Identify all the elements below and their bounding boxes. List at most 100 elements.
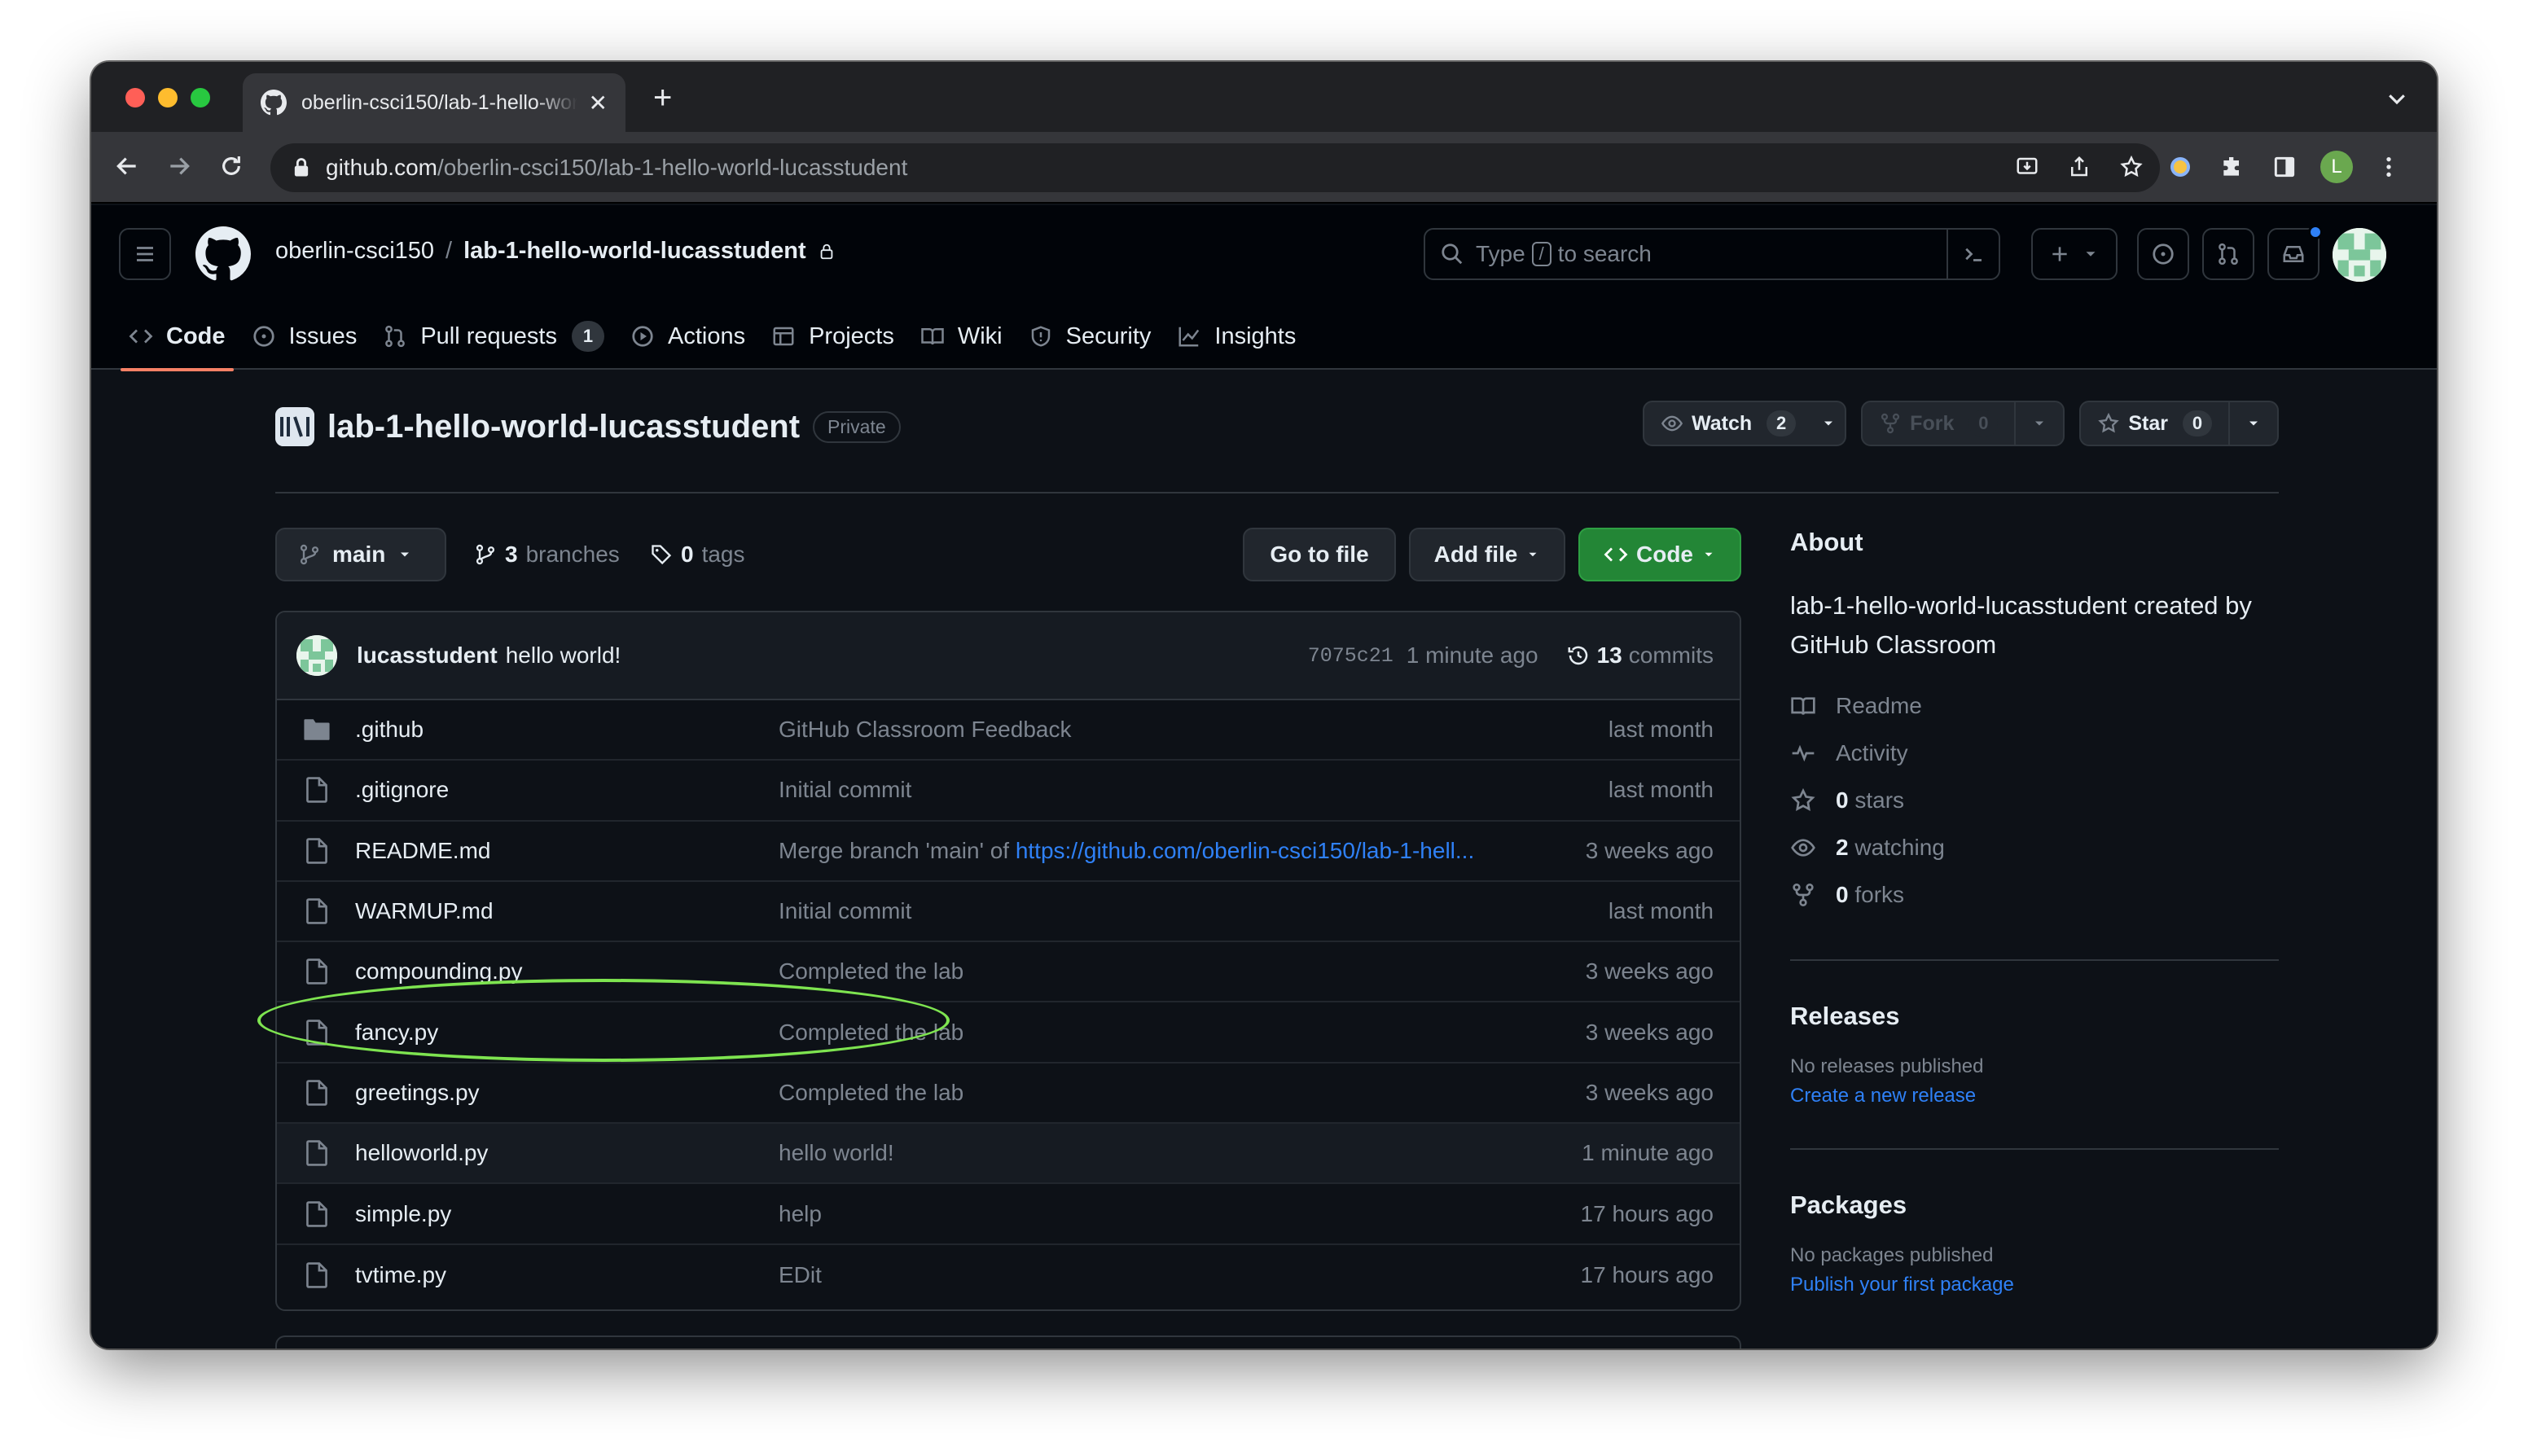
create-release-link[interactable]: Create a new release xyxy=(1790,1085,2279,1107)
close-window-button[interactable] xyxy=(125,88,145,107)
file-name-link[interactable]: tvtime.py xyxy=(355,1262,446,1288)
watching-link[interactable]: 2 watching xyxy=(1790,824,2279,871)
commits-history-link[interactable]: 13 commits xyxy=(1566,642,1714,669)
star-dropdown[interactable] xyxy=(2228,402,2277,445)
tab-code[interactable]: Code xyxy=(116,303,239,371)
branch-select-button[interactable]: main xyxy=(275,528,446,581)
file-row[interactable]: WARMUP.md Initial commit last month xyxy=(277,882,1740,943)
file-name-link[interactable]: simple.py xyxy=(355,1201,451,1227)
tab-issues[interactable]: Issues xyxy=(239,303,371,370)
go-to-file-button[interactable]: Go to file xyxy=(1243,528,1396,581)
readme-panel xyxy=(275,1335,1741,1349)
file-row[interactable]: .gitignore Initial commit last month xyxy=(277,761,1740,822)
file-commit-message-link[interactable]: hello world! xyxy=(779,1140,1528,1166)
file-commit-message-link[interactable]: Completed the lab xyxy=(779,1080,1528,1106)
commit-sha-link[interactable]: 7075c21 xyxy=(1308,644,1393,668)
file-row[interactable]: tvtime.py EDit 17 hours ago xyxy=(277,1245,1740,1305)
minimize-window-button[interactable] xyxy=(158,88,178,107)
readme-link[interactable]: Readme xyxy=(1790,682,2279,730)
side-panel-icon[interactable] xyxy=(2264,147,2305,187)
fork-button[interactable]: Fork 0 xyxy=(1863,402,2014,445)
create-new-button[interactable] xyxy=(2031,228,2118,280)
issues-button[interactable] xyxy=(2137,228,2189,280)
repo-name-link[interactable]: lab-1-hello-world-lucasstudent xyxy=(327,409,800,445)
forward-button[interactable] xyxy=(161,148,197,184)
file-row[interactable]: .github GitHub Classroom Feedback last m… xyxy=(277,700,1740,761)
search-input[interactable]: Type / to search xyxy=(1424,228,2000,280)
star-button[interactable]: Star 0 xyxy=(2081,402,2228,445)
fork-dropdown[interactable] xyxy=(2014,402,2063,445)
share-icon[interactable] xyxy=(2059,147,2100,187)
file-name-link[interactable]: greetings.py xyxy=(355,1080,480,1106)
file-name-link[interactable]: helloworld.py xyxy=(355,1140,488,1166)
file-commit-message-link[interactable]: help xyxy=(779,1201,1528,1227)
publish-package-link[interactable]: Publish your first package xyxy=(1790,1274,2279,1296)
hamburger-menu-button[interactable] xyxy=(119,228,171,280)
new-tab-button[interactable]: + xyxy=(653,81,672,114)
file-row-highlighted[interactable]: helloworld.py hello world! 1 minute ago xyxy=(277,1124,1740,1185)
file-commit-message-link[interactable]: Initial commit xyxy=(779,898,1528,924)
tab-security[interactable]: Security xyxy=(1016,303,1165,370)
watch-button[interactable]: Watch 2 xyxy=(1644,402,1812,445)
back-button[interactable] xyxy=(109,148,145,184)
tab-wiki[interactable]: Wiki xyxy=(907,303,1016,370)
file-name-link[interactable]: .github xyxy=(355,717,424,743)
file-commit-url-link[interactable]: https://github.com/oberlin-csci150/lab-1… xyxy=(1016,838,1474,863)
stars-link[interactable]: 0 stars xyxy=(1790,777,2279,824)
file-name-link[interactable]: compounding.py xyxy=(355,958,522,985)
commit-author-avatar[interactable] xyxy=(296,635,337,676)
file-row[interactable]: README.md Merge branch 'main' of https:/… xyxy=(277,822,1740,882)
add-file-button[interactable]: Add file xyxy=(1409,528,1565,581)
watch-dropdown[interactable] xyxy=(1812,402,1845,445)
file-name-link[interactable]: WARMUP.md xyxy=(355,898,494,924)
breadcrumb-org-link[interactable]: oberlin-csci150 xyxy=(275,238,434,265)
repo-owner-avatar[interactable] xyxy=(275,407,314,446)
forks-link[interactable]: 0 forks xyxy=(1790,871,2279,919)
code-button[interactable]: Code xyxy=(1578,528,1741,581)
tab-projects[interactable]: Projects xyxy=(758,303,907,370)
tags-link[interactable]: 0 tags xyxy=(650,528,745,581)
activity-link[interactable]: Activity xyxy=(1790,730,2279,777)
address-bar[interactable]: github.com/oberlin-csci150/lab-1-hello-w… xyxy=(270,143,2160,192)
user-avatar[interactable] xyxy=(2333,228,2386,282)
file-commit-message-link[interactable]: EDit xyxy=(779,1262,1528,1288)
maximize-window-button[interactable] xyxy=(191,88,210,107)
file-commit-message-link[interactable]: Completed the lab xyxy=(779,1020,1528,1046)
github-logo-icon[interactable] xyxy=(195,226,251,282)
watch-button-group: Watch 2 xyxy=(1643,401,1847,446)
extension-area: L xyxy=(2160,147,2409,187)
packages-heading[interactable]: Packages xyxy=(1790,1191,2279,1220)
file-row[interactable]: compounding.py Completed the lab 3 weeks… xyxy=(277,942,1740,1003)
breadcrumb-repo-link[interactable]: lab-1-hello-world-lucasstudent xyxy=(463,238,806,265)
file-name-link[interactable]: .gitignore xyxy=(355,777,449,803)
bookmark-star-icon[interactable] xyxy=(2111,147,2152,187)
branches-link[interactable]: 3 branches xyxy=(474,528,620,581)
commit-message-link[interactable]: hello world! xyxy=(506,642,621,669)
file-commit-message[interactable]: Merge branch 'main' of https://github.co… xyxy=(779,838,1528,864)
go-to-file-label: Go to file xyxy=(1270,542,1369,567)
command-palette-button[interactable] xyxy=(1946,230,1999,278)
extension-globe-icon[interactable] xyxy=(2160,147,2201,187)
file-row[interactable]: fancy.py Completed the lab 3 weeks ago xyxy=(277,1002,1740,1063)
commit-author-link[interactable]: lucasstudent xyxy=(357,642,498,669)
file-commit-message-link[interactable]: Completed the lab xyxy=(779,958,1528,985)
profile-avatar[interactable]: L xyxy=(2316,147,2357,187)
file-commit-message-link[interactable]: Initial commit xyxy=(779,777,1528,803)
file-commit-message-link[interactable]: GitHub Classroom Feedback xyxy=(779,717,1528,743)
tab-insights[interactable]: Insights xyxy=(1164,303,1309,370)
close-tab-icon[interactable]: ✕ xyxy=(589,90,608,116)
tab-actions[interactable]: Actions xyxy=(617,303,758,370)
releases-heading[interactable]: Releases xyxy=(1790,1002,2279,1031)
file-row[interactable]: greetings.py Completed the lab 3 weeks a… xyxy=(277,1063,1740,1125)
file-name-link[interactable]: README.md xyxy=(355,838,490,864)
pull-requests-button[interactable] xyxy=(2202,228,2254,280)
puzzle-extensions-icon[interactable] xyxy=(2212,147,2253,187)
install-app-icon[interactable] xyxy=(2007,147,2047,187)
reload-button[interactable] xyxy=(213,148,249,184)
chevron-down-icon[interactable] xyxy=(2385,86,2409,111)
tab-pull-requests[interactable]: Pull requests 1 xyxy=(370,303,617,370)
file-name-link[interactable]: fancy.py xyxy=(355,1020,438,1046)
browser-tab[interactable]: oberlin-csci150/lab-1-hello-world-lucass… xyxy=(243,73,625,132)
file-row[interactable]: simple.py help 17 hours ago xyxy=(277,1184,1740,1245)
browser-menu-icon[interactable] xyxy=(2368,147,2409,187)
